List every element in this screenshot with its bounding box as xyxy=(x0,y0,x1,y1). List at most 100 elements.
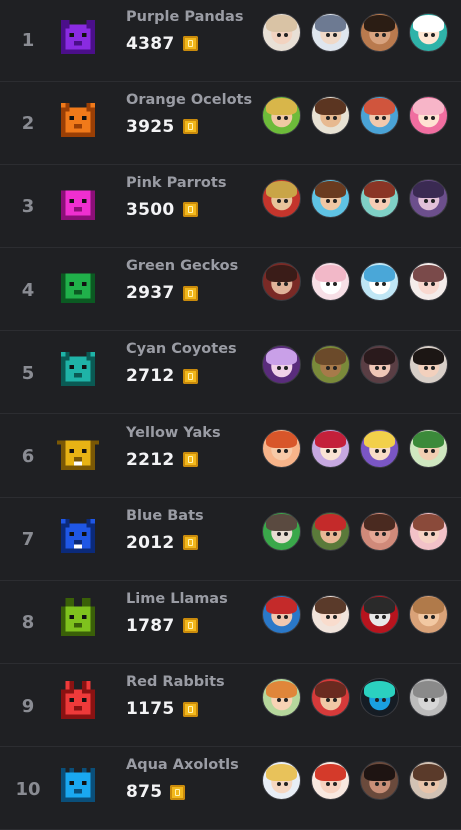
leaderboard-row-2[interactable]: 2 Orange Ocelots 3925 xyxy=(0,82,461,165)
avatar-eye xyxy=(277,115,282,120)
leaderboard-row-1[interactable]: 1 Purple Pandas 4387 xyxy=(0,0,461,82)
member-avatar[interactable] xyxy=(360,761,399,801)
member-avatar[interactable] xyxy=(311,178,350,218)
avatar-hair xyxy=(314,264,347,282)
avatar-hair xyxy=(314,597,347,615)
coin-icon xyxy=(182,285,198,301)
team-score: 2712 xyxy=(126,366,175,387)
avatar-hair xyxy=(412,763,445,781)
avatar-hair xyxy=(265,98,298,116)
avatar-hair xyxy=(265,597,298,615)
avatar-hair xyxy=(412,264,445,282)
yak-icon xyxy=(57,432,99,474)
member-avatar[interactable] xyxy=(262,511,301,551)
member-avatar[interactable] xyxy=(311,511,350,551)
member-avatar[interactable] xyxy=(360,345,399,385)
member-avatar[interactable] xyxy=(409,511,448,551)
leaderboard-row-6[interactable]: 6 Yellow Yaks 2212 xyxy=(0,415,461,498)
leaderboard-row-10[interactable]: 10 Aqua Axolotls 875 xyxy=(0,748,461,830)
member-avatar[interactable] xyxy=(360,95,399,135)
avatar-hair xyxy=(412,680,445,698)
avatar-hair xyxy=(265,680,298,698)
avatar-hair xyxy=(314,14,347,32)
member-avatar[interactable] xyxy=(409,594,448,634)
leaderboard-row-8[interactable]: 8 Lime Llamas 1787 xyxy=(0,581,461,664)
member-avatar[interactable] xyxy=(409,678,448,718)
member-avatar[interactable] xyxy=(409,428,448,468)
rank-number: 9 xyxy=(21,695,35,717)
member-avatar[interactable] xyxy=(262,594,301,634)
member-avatar[interactable] xyxy=(409,761,448,801)
member-avatar[interactable] xyxy=(262,95,301,135)
member-avatar[interactable] xyxy=(262,262,301,302)
avatar-eye xyxy=(430,32,435,37)
avatar-eye xyxy=(332,615,337,620)
leaderboard-row-9[interactable]: 9 Red Rabbits 1175 xyxy=(0,665,461,748)
gecko-icon xyxy=(57,265,99,307)
team-name: Orange Ocelots xyxy=(126,91,253,108)
member-avatar[interactable] xyxy=(311,594,350,634)
team-score-group: 2012 xyxy=(126,533,198,553)
avatar-eye xyxy=(283,531,288,536)
member-avatar[interactable] xyxy=(360,262,399,302)
member-avatar[interactable] xyxy=(311,345,350,385)
member-avatar[interactable] xyxy=(360,12,399,52)
avatar-eye xyxy=(424,781,429,786)
avatar-hair xyxy=(314,680,347,698)
member-avatar[interactable] xyxy=(409,95,448,135)
avatar-eye xyxy=(375,365,380,370)
team-leaderboard: 1 Purple Pandas 4387 2 Orange Ocelots 39… xyxy=(0,0,461,830)
avatar-eye xyxy=(424,115,429,120)
leaderboard-row-3[interactable]: 3 Pink Parrots 3500 xyxy=(0,165,461,248)
member-avatar[interactable] xyxy=(262,345,301,385)
avatar-eye xyxy=(332,781,337,786)
avatar-hair xyxy=(412,347,445,365)
avatar-hair xyxy=(363,597,396,615)
member-avatar[interactable] xyxy=(311,12,350,52)
member-avatar[interactable] xyxy=(360,678,399,718)
member-avatar[interactable] xyxy=(360,178,399,218)
team-name: Purple Pandas xyxy=(126,8,244,25)
avatar-eye xyxy=(332,531,337,536)
member-avatar[interactable] xyxy=(311,761,350,801)
member-avatar[interactable] xyxy=(262,428,301,468)
leaderboard-row-4[interactable]: 4 Green Geckos 2937 xyxy=(0,249,461,332)
member-avatar[interactable] xyxy=(409,12,448,52)
member-avatar[interactable] xyxy=(409,345,448,385)
avatar-eye xyxy=(430,615,435,620)
member-avatar[interactable] xyxy=(311,678,350,718)
avatar-hair xyxy=(265,264,298,282)
team-score: 3925 xyxy=(126,116,175,137)
member-avatar[interactable] xyxy=(360,511,399,551)
member-avatar[interactable] xyxy=(360,594,399,634)
member-avatar[interactable] xyxy=(262,678,301,718)
leaderboard-row-7[interactable]: 7 Blue Bats 2012 xyxy=(0,498,461,581)
member-avatar[interactable] xyxy=(409,178,448,218)
team-score: 3500 xyxy=(126,199,175,220)
member-avatar[interactable] xyxy=(262,761,301,801)
avatar-hair xyxy=(412,14,445,32)
avatar-hair xyxy=(265,347,298,365)
avatar-hair xyxy=(314,181,347,199)
member-avatar[interactable] xyxy=(409,262,448,302)
avatar-eye xyxy=(381,781,386,786)
coin-icon xyxy=(182,701,198,717)
leaderboard-row-5[interactable]: 5 Cyan Coyotes 2712 xyxy=(0,332,461,415)
team-score: 2212 xyxy=(126,449,175,470)
member-avatar[interactable] xyxy=(262,12,301,52)
member-avatar[interactable] xyxy=(262,178,301,218)
avatar-eye xyxy=(424,365,429,370)
avatar-eye xyxy=(332,199,337,204)
member-avatar[interactable] xyxy=(360,428,399,468)
team-name: Blue Bats xyxy=(126,507,204,524)
bat-icon xyxy=(57,515,99,557)
team-score-group: 1787 xyxy=(126,616,198,636)
member-avatars xyxy=(262,178,448,218)
member-avatars xyxy=(262,678,448,718)
avatar-hair xyxy=(265,514,298,532)
avatar-eye xyxy=(430,115,435,120)
member-avatar[interactable] xyxy=(311,95,350,135)
coin-icon xyxy=(182,452,198,467)
member-avatar[interactable] xyxy=(311,428,350,468)
member-avatar[interactable] xyxy=(311,262,350,302)
